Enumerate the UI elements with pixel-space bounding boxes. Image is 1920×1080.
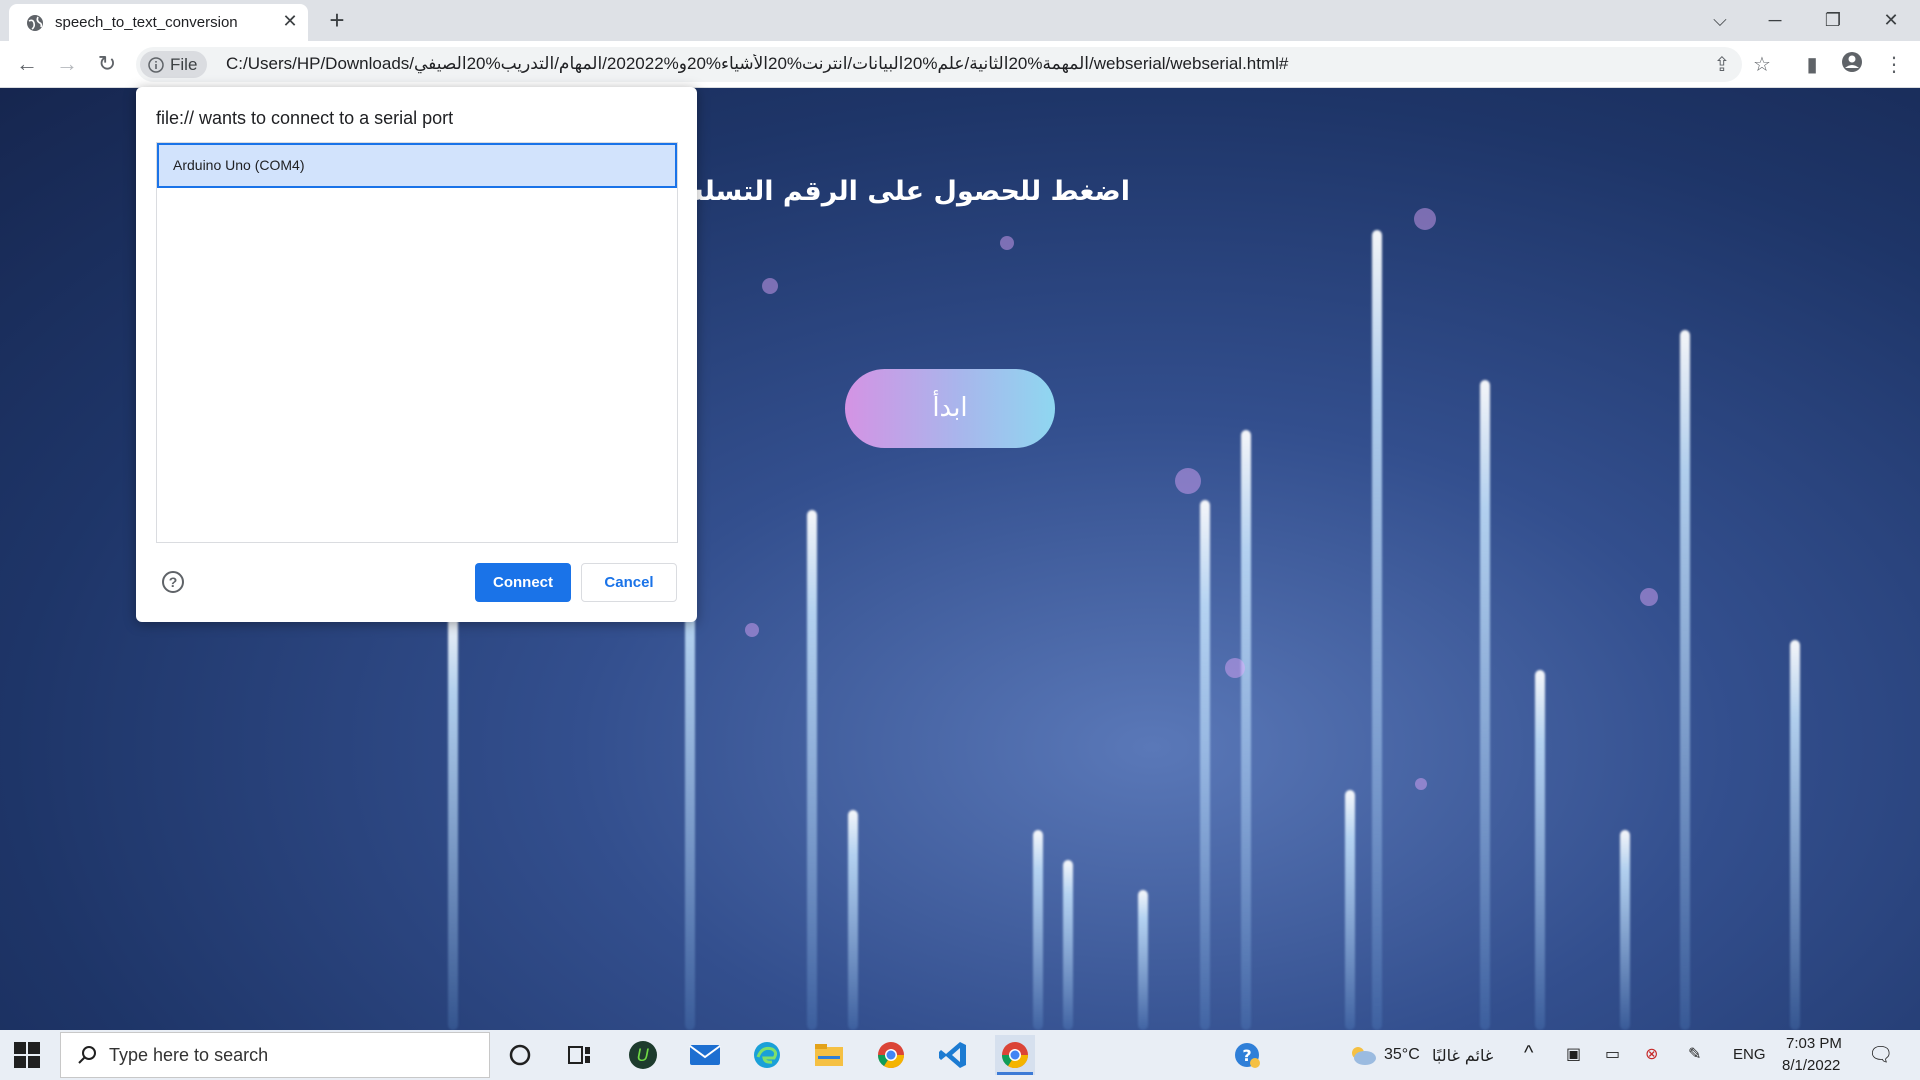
help-icon[interactable]: ? [162, 571, 184, 593]
restore-button[interactable]: ❐ [1818, 6, 1848, 34]
browser-toolbar: ← → ↻ File C:/Users/HP/Downloads/المهمة%… [0, 41, 1920, 88]
light-streak [1063, 860, 1073, 1030]
menu-kebab-icon[interactable]: ⋮ [1880, 51, 1908, 79]
light-streak [1680, 330, 1690, 1030]
bokeh-dot [1175, 468, 1201, 494]
light-streak [848, 810, 858, 1030]
new-tab-button[interactable]: + [324, 7, 350, 34]
port-label: Arduino Uno (COM4) [173, 157, 305, 173]
weather-temp[interactable]: 35°C [1384, 1046, 1420, 1064]
active-indicator [997, 1072, 1033, 1075]
cancel-button[interactable]: Cancel [581, 563, 677, 602]
light-streak [1345, 790, 1355, 1030]
browser-tab[interactable]: speech_to_text_conversion ✕ [9, 4, 308, 41]
profile-icon[interactable] [1838, 51, 1866, 79]
bokeh-dot [745, 623, 759, 637]
back-icon[interactable]: ← [13, 51, 41, 79]
bokeh-dot [1414, 208, 1436, 230]
light-streak [1480, 380, 1490, 1030]
info-icon [148, 56, 164, 73]
file-explorer-icon[interactable] [809, 1035, 849, 1075]
upwork-app-icon[interactable]: U [623, 1035, 663, 1075]
url-text[interactable]: C:/Users/HP/Downloads/المهمة%20الثانية/ع… [226, 54, 1506, 74]
clock-date[interactable]: 8/1/2022 [1782, 1057, 1840, 1074]
connect-button[interactable]: Connect [475, 563, 571, 602]
windows-taskbar: Type here to search U ? 35°C غائم غالبًا… [0, 1030, 1920, 1080]
weather-cloud-icon[interactable] [1342, 1035, 1382, 1075]
search-placeholder: Type here to search [109, 1045, 269, 1065]
tab-strip: speech_to_text_conversion ✕ + ⌵ ─ ❐ ✕ [0, 0, 1920, 41]
file-label: File [170, 54, 198, 74]
network-disconnected-icon[interactable]: ⊗ [1645, 1044, 1658, 1064]
tab-title: speech_to_text_conversion [55, 14, 238, 31]
port-item-arduino-uno[interactable]: Arduino Uno (COM4) [157, 143, 677, 188]
bokeh-dot [1640, 588, 1658, 606]
language-indicator[interactable]: ENG [1733, 1046, 1766, 1063]
light-streak [1138, 890, 1148, 1030]
task-view-icon[interactable] [560, 1035, 600, 1075]
serial-port-dialog: file:// wants to connect to a serial por… [136, 87, 697, 622]
start-button[interactable]: ابدأ [845, 369, 1055, 448]
svg-text:U: U [637, 1046, 650, 1066]
light-streak [1372, 230, 1382, 1030]
forward-icon[interactable]: → [53, 51, 81, 79]
light-streak [1620, 830, 1630, 1030]
light-streak [448, 610, 458, 1030]
light-streak [1790, 640, 1800, 1030]
weather-desc[interactable]: غائم غالبًا [1432, 1046, 1493, 1065]
notification-center-icon[interactable]: 🗨 [1868, 1042, 1893, 1067]
share-icon[interactable]: ⇪ [1708, 51, 1736, 79]
chevron-up-icon[interactable]: ^ [1524, 1042, 1533, 1065]
chrome-active-icon[interactable] [995, 1035, 1035, 1075]
battery-icon[interactable]: ▭ [1605, 1044, 1620, 1064]
close-window-button[interactable]: ✕ [1876, 6, 1906, 34]
clock-time[interactable]: 7:03 PM [1786, 1035, 1842, 1052]
taskbar-search[interactable]: Type here to search [60, 1032, 490, 1078]
meet-now-icon[interactable]: ▣ [1566, 1044, 1581, 1064]
site-info-chip[interactable]: File [140, 51, 208, 78]
bokeh-dot [1000, 236, 1014, 250]
reload-icon[interactable]: ↻ [93, 51, 121, 79]
bokeh-dot [1225, 658, 1245, 678]
edge-app-icon[interactable] [747, 1035, 787, 1075]
mail-app-icon[interactable] [685, 1035, 725, 1075]
light-streak [1241, 430, 1251, 1030]
pen-icon[interactable]: ✎ [1688, 1044, 1701, 1064]
help-app-icon[interactable]: ? [1227, 1035, 1267, 1075]
bokeh-dot [1415, 778, 1427, 790]
light-streak [1200, 500, 1210, 1030]
tab-search-icon[interactable]: ⌵ [1705, 6, 1735, 34]
light-streak [807, 510, 817, 1030]
page-heading: اضغط للحصول على الرقم التسلسلي [638, 176, 1130, 207]
port-list[interactable]: Arduino Uno (COM4) [156, 142, 678, 543]
bookmark-star-icon[interactable]: ☆ [1748, 51, 1776, 79]
light-streak [1535, 670, 1545, 1030]
windows-start-icon[interactable] [14, 1042, 40, 1068]
light-streak [1033, 830, 1043, 1030]
bokeh-dot [762, 278, 778, 294]
globe-icon [27, 15, 43, 31]
close-tab-icon[interactable]: ✕ [281, 12, 299, 30]
dialog-title: file:// wants to connect to a serial por… [156, 108, 454, 128]
vscode-app-icon[interactable] [933, 1035, 973, 1075]
search-icon [78, 1046, 96, 1064]
chrome-app-icon[interactable] [871, 1035, 911, 1075]
minimize-button[interactable]: ─ [1760, 6, 1790, 34]
side-panel-icon[interactable]: ▮ [1798, 51, 1826, 79]
address-bar[interactable]: File C:/Users/HP/Downloads/المهمة%20الثا… [136, 47, 1742, 82]
cortana-icon[interactable] [500, 1035, 540, 1075]
